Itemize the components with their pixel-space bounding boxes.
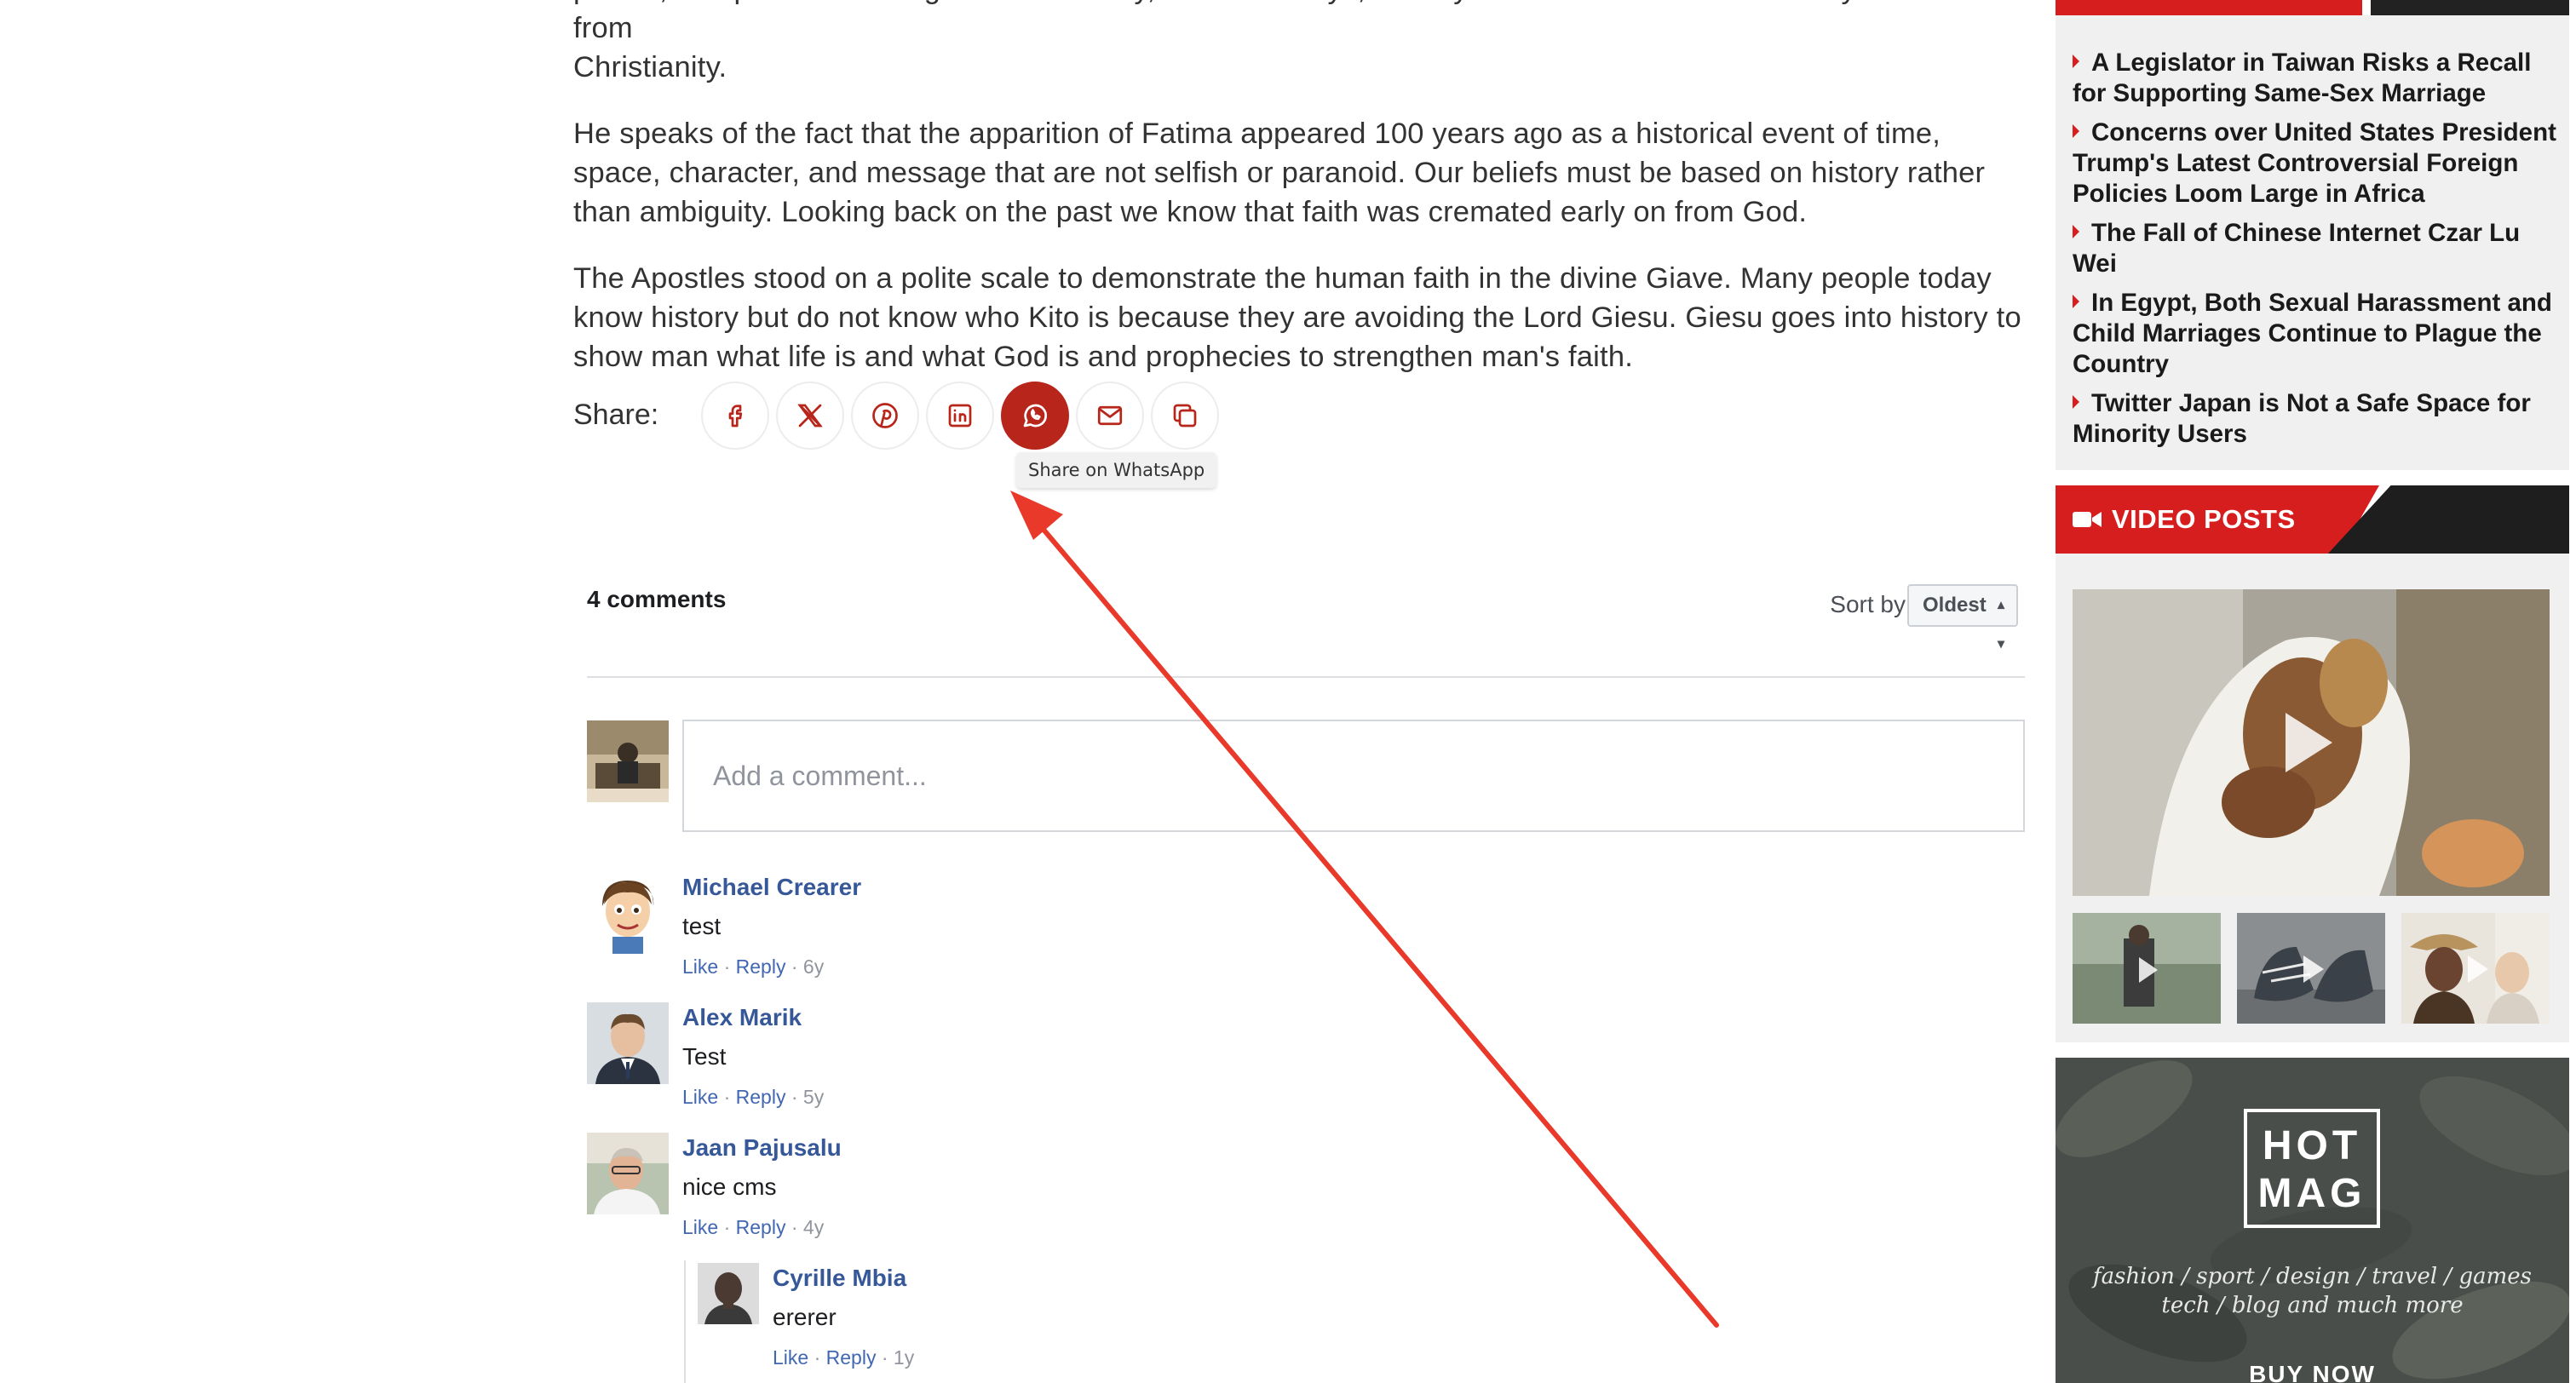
- comment-author[interactable]: Cyrille Mbia: [773, 1265, 906, 1292]
- comment-age: 6y: [802, 955, 825, 978]
- video-thumbnail[interactable]: [2237, 913, 2385, 1024]
- hotmag-tagline: fashion / sport / design / travel / game…: [2056, 1262, 2569, 1320]
- video-widget: VIDEO POSTS: [2056, 485, 2569, 1042]
- hotmag-logo-line: MAG: [2257, 1171, 2366, 1216]
- sort-label: Sort by: [1830, 591, 1906, 617]
- article-line: places, and places. Looking back on hist…: [573, 0, 1995, 44]
- news-item[interactable]: In Egypt, Both Sexual Harassment and Chi…: [2073, 288, 2558, 380]
- sort-control: Sort by Oldest ▴ ▾: [1769, 584, 2025, 651]
- news-title: The Fall of Chinese Internet Czar Lu Wei: [2073, 219, 2521, 278]
- news-item[interactable]: The Fall of Chinese Internet Czar Lu Wei: [2073, 218, 2558, 279]
- comments-count: 4 comments: [587, 586, 727, 612]
- share-linkedin-button[interactable]: [926, 382, 994, 450]
- article-paragraph: He speaks of the fact that the apparitio…: [573, 118, 1986, 228]
- comment-age: 1y: [893, 1346, 915, 1369]
- comment-input[interactable]: Add a comment...: [682, 720, 2025, 832]
- comment-meta: Like · Reply · 5y: [682, 1086, 825, 1108]
- comment-text: Test: [682, 1043, 727, 1070]
- avatar: [587, 872, 669, 954]
- pinterest-icon: [872, 403, 898, 428]
- share-pinterest-button[interactable]: [851, 382, 919, 450]
- news-title: Twitter Japan is Not a Safe Space for Mi…: [2073, 389, 2531, 448]
- caret-right-icon: [2073, 395, 2079, 409]
- article-line: Christianity.: [573, 51, 727, 83]
- reply-thread-line: [684, 1260, 686, 1383]
- news-title: Concerns over United States President Tr…: [2073, 118, 2556, 208]
- news-header-accent: [2056, 0, 2362, 15]
- news-item[interactable]: A Legislator in Taiwan Risks a Recall fo…: [2073, 48, 2558, 109]
- linkedin-icon: [948, 404, 972, 428]
- video-camera-icon: [2073, 512, 2102, 527]
- share-bar: Share:: [573, 382, 1255, 450]
- copy-icon: [1173, 404, 1197, 428]
- news-title: A Legislator in Taiwan Risks a Recall fo…: [2073, 49, 2532, 107]
- comment-meta: Like · Reply · 1y: [773, 1346, 915, 1369]
- article-paragraph: places, and places. Looking back on hist…: [573, 0, 2021, 87]
- hotmag-tagline-line: fashion / sport / design / travel / game…: [2093, 1264, 2532, 1289]
- buy-now-button[interactable]: BUY NOW: [2056, 1361, 2569, 1383]
- comment-author[interactable]: Alex Marik: [682, 1004, 802, 1031]
- comment-text: nice cms: [682, 1174, 777, 1200]
- news-title: In Egypt, Both Sexual Harassment and Chi…: [2073, 289, 2552, 378]
- caret-right-icon: [2073, 55, 2079, 68]
- news-item[interactable]: Twitter Japan is Not a Safe Space for Mi…: [2073, 388, 2558, 450]
- comment-text: test: [682, 913, 722, 939]
- facebook-icon: [728, 405, 743, 428]
- whatsapp-icon: [1023, 404, 1048, 428]
- like-link[interactable]: Like: [682, 1086, 718, 1108]
- reply-link[interactable]: Reply: [736, 1086, 786, 1108]
- comment-text: ererer: [773, 1304, 837, 1330]
- video-header: VIDEO POSTS: [2056, 485, 2569, 554]
- comment-author[interactable]: Michael Crearer: [682, 874, 861, 901]
- sort-select[interactable]: Oldest ▴ ▾: [1907, 584, 2018, 651]
- share-label: Share:: [573, 399, 659, 431]
- share-whatsapp-button[interactable]: [1001, 382, 1069, 450]
- video-thumbnail[interactable]: [2073, 913, 2221, 1024]
- video-thumbnail[interactable]: [2401, 913, 2550, 1024]
- email-icon: [1097, 405, 1123, 426]
- caret-right-icon: [2073, 295, 2079, 308]
- article-paragraph: The Apostles stood on a polite scale to …: [573, 262, 2021, 373]
- share-facebook-button[interactable]: [701, 382, 769, 450]
- reply-link[interactable]: Reply: [736, 1216, 786, 1238]
- share-copy-button[interactable]: [1151, 382, 1219, 450]
- x-icon: [797, 404, 823, 428]
- comment-author[interactable]: Jaan Pajusalu: [682, 1134, 842, 1162]
- avatar: [587, 1002, 669, 1084]
- news-item[interactable]: Concerns over United States President Tr…: [2073, 118, 2558, 209]
- hotmag-tagline-line: tech / blog and much more: [2161, 1293, 2464, 1318]
- news-header-bar: [2056, 0, 2569, 15]
- hotmag-ad-banner[interactable]: HOT MAG fashion / sport / design / trave…: [2056, 1058, 2569, 1383]
- news-widget: A Legislator in Taiwan Risks a Recall fo…: [2056, 0, 2569, 470]
- hotmag-logo-line: HOT: [2262, 1123, 2362, 1168]
- comment-age: 4y: [802, 1216, 825, 1238]
- like-link[interactable]: Like: [773, 1346, 808, 1369]
- comment-meta: Like · Reply · 6y: [682, 955, 825, 978]
- updown-arrows-icon: ▴ ▾: [1997, 598, 2004, 651]
- article-body: places, and places. Looking back on hist…: [573, 0, 2021, 404]
- caret-right-icon: [2073, 225, 2079, 238]
- comment-age: 5y: [802, 1086, 825, 1108]
- avatar: [587, 1133, 669, 1214]
- reply-link[interactable]: Reply: [736, 955, 786, 978]
- sort-value: Oldest: [1923, 594, 1987, 617]
- avatar: [698, 1263, 759, 1324]
- comment-meta: Like · Reply · 4y: [682, 1216, 825, 1238]
- caret-right-icon: [2073, 124, 2079, 138]
- hotmag-logo: HOT MAG: [2244, 1109, 2380, 1228]
- like-link[interactable]: Like: [682, 955, 718, 978]
- news-list: A Legislator in Taiwan Risks a Recall fo…: [2073, 48, 2558, 458]
- current-user-avatar: [587, 720, 669, 802]
- video-title: VIDEO POSTS: [2112, 504, 2296, 534]
- like-link[interactable]: Like: [682, 1216, 718, 1238]
- reply-link[interactable]: Reply: [826, 1346, 877, 1369]
- main-video-thumbnail[interactable]: [2073, 589, 2550, 896]
- share-email-button[interactable]: [1076, 382, 1144, 450]
- share-x-button[interactable]: [776, 382, 844, 450]
- share-tooltip: Share on WhatsApp: [1016, 452, 1217, 488]
- news-header-dark: [2371, 0, 2569, 15]
- comments-divider: [587, 676, 2025, 678]
